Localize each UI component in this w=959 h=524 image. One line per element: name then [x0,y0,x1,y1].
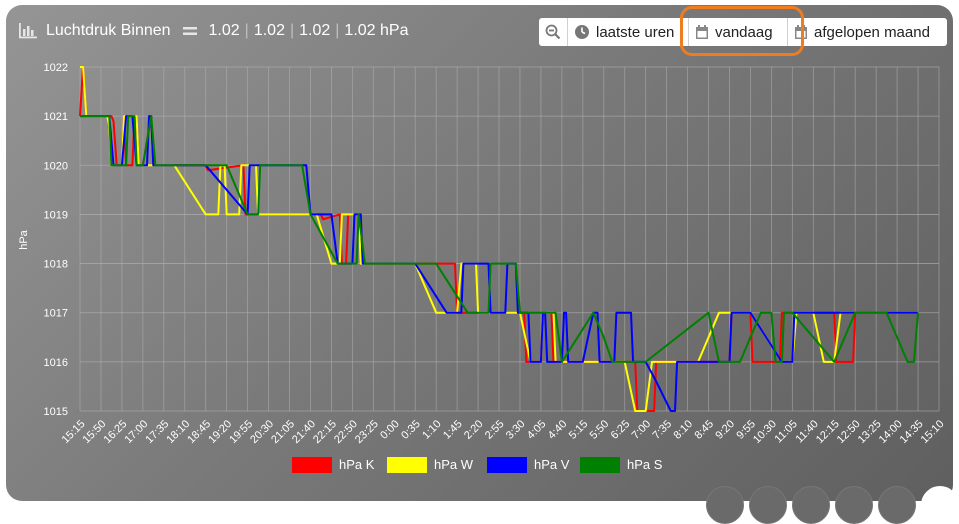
page-dot-active[interactable] [921,486,959,524]
x-tick-label: 9:20 [713,418,737,442]
legend-label-2: hPa W [434,457,474,472]
x-tick-label: 17:00 [122,418,150,446]
x-tick-label: 2:55 [483,418,507,442]
y-axis-tick-labels: 1015 1016 1017 1018 1019 1020 1021 1022 [44,62,68,418]
x-tick-label: 21:05 [269,418,297,446]
x-tick-label: 14:00 [877,418,905,446]
x-tick-label: 2:20 [462,418,486,442]
y-tick-label: 1017 [44,308,68,320]
x-tick-label: 15:10 [919,418,947,446]
legend-swatch-3 [487,457,527,473]
x-tick-label: 11:05 [773,418,800,445]
y-tick-label: 1015 [44,406,68,418]
x-tick-label: 4:40 [546,418,570,442]
x-tick-label: 18:10 [164,418,192,446]
x-tick-label: 14:35 [898,418,926,446]
x-tick-label: 3:30 [504,418,528,442]
legend-label-3: hPa V [534,457,570,472]
x-tick-label: 17:35 [143,418,171,446]
legend-swatch-1 [292,457,332,473]
legend-swatch-4 [580,457,620,473]
page-dot-1[interactable] [706,486,744,524]
page-dot-4[interactable] [835,486,873,524]
x-tick-label: 8:10 [672,418,696,442]
x-tick-label: 5:50 [588,418,612,442]
x-tick-label: 1:10 [420,418,444,442]
y-tick-label: 1019 [44,209,68,221]
x-tick-label: 22:50 [332,418,360,446]
chart-grid [79,66,940,412]
y-tick-label: 1016 [44,357,68,369]
legend-label-1: hPa K [339,457,375,472]
x-tick-label: 15:15 [60,418,88,446]
x-tick-label: 1:45 [441,418,465,442]
x-tick-label: 13:25 [856,418,884,446]
x-tick-label: 15:50 [81,418,109,446]
x-tick-label: 20:30 [248,418,276,446]
x-tick-label: 21:40 [290,418,318,446]
x-tick-label: 4:05 [525,418,549,442]
x-axis-tick-labels: 15:1515:5016:2517:0017:3518:1018:4519:20… [60,418,947,446]
y-axis-label: hPa [18,229,30,249]
x-tick-label: 18:45 [185,418,213,446]
x-tick-label: 0:35 [399,418,423,442]
x-tick-label: 12:15 [814,418,842,446]
x-tick-label: 19:20 [206,418,234,446]
y-tick-label: 1021 [44,111,68,123]
x-tick-label: 8:45 [692,418,716,442]
x-tick-label: 5:15 [567,418,591,442]
x-tick-label: 22:15 [311,418,339,446]
x-tick-label: 7:00 [630,418,654,442]
x-tick-label: 7:35 [651,418,675,442]
x-tick-label: 16:25 [102,418,130,446]
chart-legend: hPa K hPa W hPa V hPa S [292,457,663,473]
x-tick-label: 19:55 [227,418,255,446]
x-tick-label: 12:50 [835,418,863,446]
pressure-line-chart: 1015 1016 1017 1018 1019 1020 1021 1022 hPa 15:… [18,62,947,473]
page-dot-3[interactable] [792,486,830,524]
x-tick-label: 0:00 [378,418,402,442]
page-dot-2[interactable] [749,486,787,524]
y-tick-label: 1018 [44,259,68,271]
x-tick-label: 6:25 [609,418,633,442]
page-dot-5[interactable] [878,486,916,524]
y-tick-label: 1022 [44,62,68,74]
legend-swatch-2 [387,457,427,473]
legend-label-4: hPa S [627,457,663,472]
y-tick-label: 1020 [44,160,68,172]
x-tick-label: 23:25 [353,418,381,446]
x-tick-label: 10:30 [751,418,779,446]
